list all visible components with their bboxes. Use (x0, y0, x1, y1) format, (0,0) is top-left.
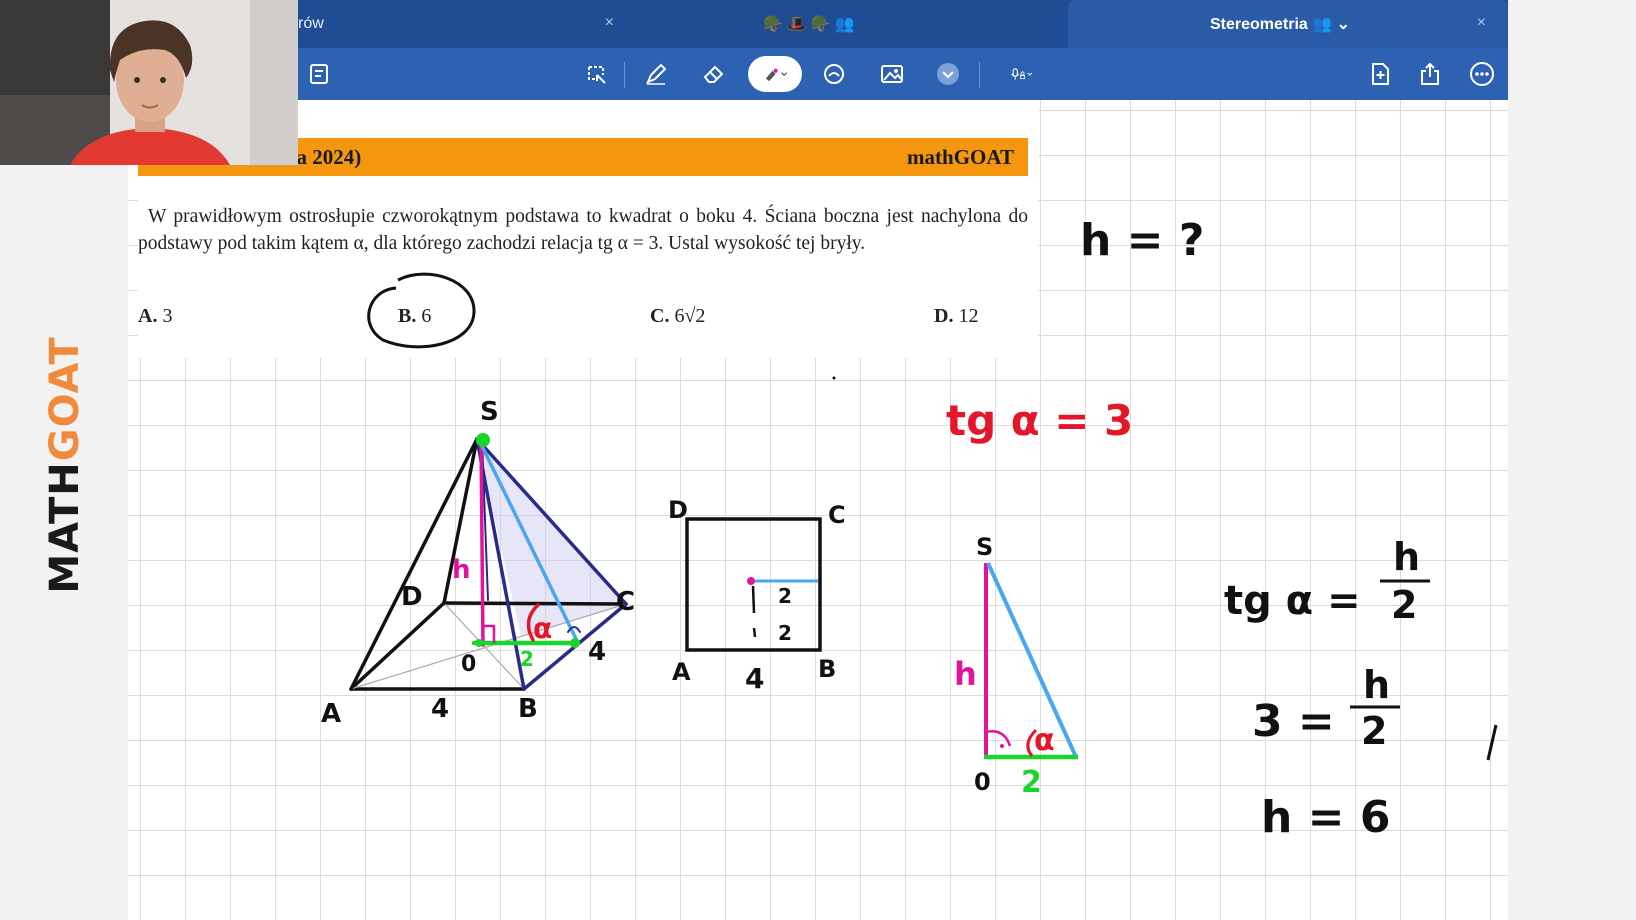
given-note: tg α = 3 (946, 396, 1133, 445)
mathgoat-logo: MATHGOAT (20, 336, 110, 593)
logo-part-math: MATH (42, 461, 88, 594)
add-page-icon[interactable] (1362, 56, 1398, 92)
label-center-o: 0 (461, 652, 476, 677)
label-vertex-d: D (401, 582, 423, 612)
image-icon[interactable] (874, 56, 910, 92)
tab-title: 🪖🎩🪖👥 (763, 16, 859, 33)
question-note: h = ? (1080, 215, 1204, 266)
square-label-d: D (668, 496, 688, 524)
triangle-label-base: 2 (1021, 765, 1042, 800)
square-label-side: 4 (745, 662, 764, 695)
close-icon[interactable]: × (605, 14, 614, 32)
tab-title: rów (298, 15, 324, 32)
presenter-video (0, 0, 298, 165)
right-triangle-drawing (984, 562, 1078, 760)
label-height-h: h (452, 555, 471, 585)
triangle-label-alpha: α (1034, 723, 1055, 758)
toolbar-divider (624, 62, 625, 88)
notebook-canvas[interactable]: atura 2024) mathGOAT W prawidłowym ostro… (128, 100, 1508, 920)
list-icon[interactable] (302, 56, 338, 92)
label-apex: S (480, 397, 499, 427)
equation-2-left: 3 = (1252, 696, 1335, 747)
square-base-drawing (685, 517, 822, 652)
toolbar (128, 48, 1508, 100)
tab-stereometria[interactable]: Stereometria 👥 ⌄ × (1068, 0, 1508, 48)
label-side-bottom: 4 (431, 694, 449, 724)
triangle-label-o: 0 (974, 768, 991, 796)
equation-1-denominator: 2 (1391, 583, 1417, 627)
mic-icon[interactable] (994, 56, 1050, 92)
square-label-c: C (828, 501, 846, 529)
equation-2-denominator: 2 (1361, 709, 1387, 753)
tab-bar: rów × 🪖🎩🪖👥 × Stereometria 👥 ⌄ × (128, 0, 1508, 48)
toolbar-divider (979, 62, 980, 88)
label-angle-alpha: α (533, 612, 552, 645)
ink-stroke-mark (1486, 724, 1498, 761)
square-label-half-top: 2 (778, 584, 792, 608)
notes-app-window: rów × 🪖🎩🪖👥 × Stereometria 👥 ⌄ × (128, 0, 1508, 920)
square-label-a: A (672, 658, 691, 686)
label-vertex-a: A (321, 699, 341, 729)
equation-2-numerator: h (1363, 663, 1390, 707)
webcam-overlay (0, 0, 298, 165)
equation-1-numerator: h (1393, 535, 1420, 579)
label-side-right: 4 (588, 637, 606, 667)
answer-circle-mark (367, 272, 476, 349)
eraser-icon[interactable] (696, 56, 732, 92)
handwriting-layer: S A B C D 0 h α 2 4 4 D C A B 4 2 2 h = … (321, 215, 1498, 843)
label-vertex-c: C (616, 587, 635, 617)
triangle-label-s: S (976, 533, 993, 561)
more-icon[interactable] (1464, 56, 1500, 92)
more-tools-icon[interactable] (930, 56, 966, 92)
share-icon[interactable] (1412, 56, 1448, 92)
close-icon[interactable]: × (1477, 14, 1486, 32)
highlighter-icon[interactable] (748, 56, 802, 92)
square-label-b: B (818, 655, 836, 683)
logo-part-goat: GOAT (42, 336, 88, 462)
label-vertex-b: B (518, 694, 538, 724)
ink-dot-mark (832, 376, 836, 380)
lasso-icon[interactable] (578, 56, 614, 92)
tab-title: Stereometria 👥 ⌄ (1210, 16, 1351, 33)
equation-3: h = 6 (1261, 792, 1390, 843)
pyramid-drawing (349, 433, 628, 691)
equation-1-left: tg α = (1224, 578, 1361, 624)
label-half-side: 2 (520, 647, 534, 671)
pen-icon[interactable] (638, 56, 674, 92)
shapes-icon[interactable] (816, 56, 852, 92)
square-label-half-bottom: 2 (778, 621, 792, 645)
triangle-label-h: h (954, 655, 977, 693)
